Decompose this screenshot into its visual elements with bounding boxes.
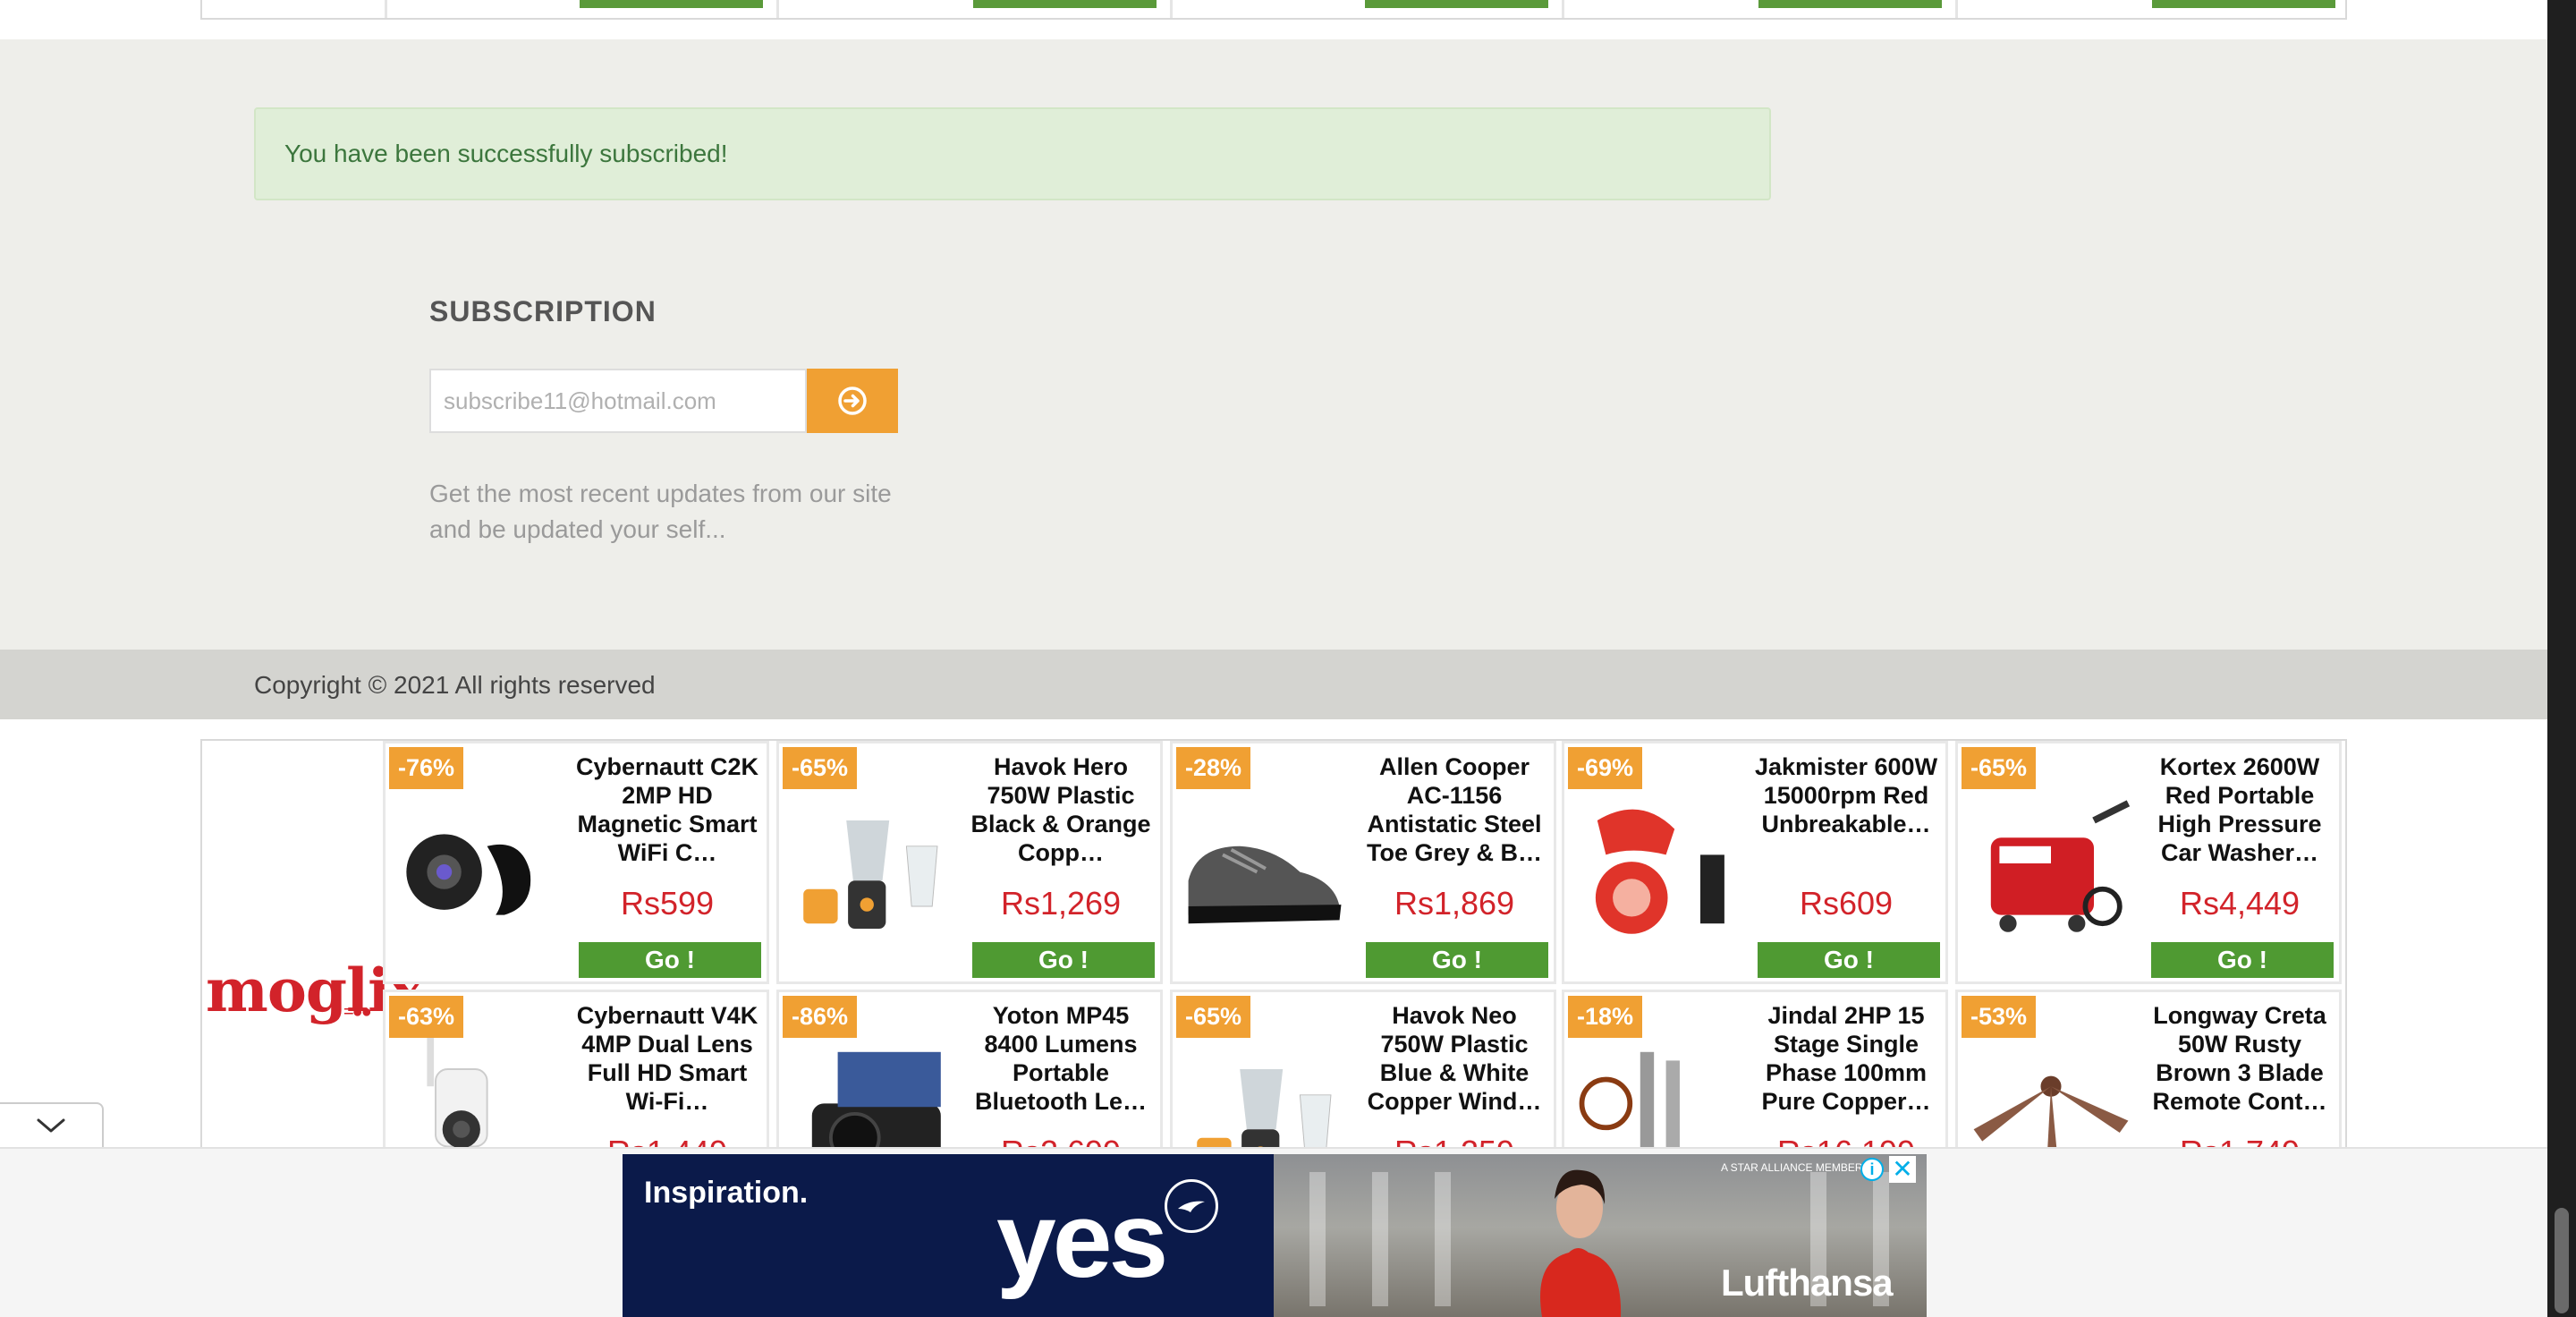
subscription-section: You have been successfully subscribed! S… <box>0 39 2547 650</box>
product-card[interactable]: -86% Yoton MP45 8400 Lumens Portable Blue… <box>776 990 1163 1151</box>
building-column <box>1372 1172 1388 1306</box>
product-name[interactable]: Jakmister 600W 15000rpm Red Unbreakable… <box>1752 752 1940 838</box>
product-name[interactable]: Havok Neo 750W Plastic Blue & White Copp… <box>1360 1001 1548 1116</box>
product-card[interactable]: -18% Jindal 2HP 15 Stage Single Phase 100… <box>1562 990 1948 1151</box>
model-photo <box>1540 1169 1622 1317</box>
product-card[interactable]: -28% Allen Cooper AC-1156 Antistatic Stee… <box>1170 741 1556 984</box>
go-button-stub[interactable] <box>1758 0 1942 8</box>
arrow-circle-right-icon <box>838 387 867 415</box>
pump-icon[interactable] <box>1572 1033 1743 1151</box>
lufthansa-banner-ad[interactable]: Inspiration. yes A STAR ALLIANCE MEMBER … <box>623 1154 1927 1317</box>
product-price: Rs599 <box>620 885 715 922</box>
discount-badge: -65% <box>1176 996 1251 1038</box>
product-card[interactable]: -69% Jakmister 600W 15000rpm Red Unbreaka… <box>1562 741 1948 984</box>
footer: Copyright © 2021 All rights reserved <box>0 650 2547 719</box>
discount-badge: -65% <box>1962 747 2037 789</box>
discount-badge: -86% <box>783 996 858 1038</box>
product-card[interactable]: -65% Kortex 2600W Red Portable High Press… <box>1955 741 2342 984</box>
product-price: Rs1,269 <box>1000 885 1122 922</box>
chevron-down-icon <box>37 1118 65 1133</box>
page-scrollbar[interactable] <box>2547 0 2576 1317</box>
discount-badge: -76% <box>389 747 464 789</box>
product-name[interactable]: Cybernautt C2K 2MP HD Magnetic Smart WiF… <box>573 752 761 867</box>
product-price: Rs1,869 <box>1394 885 1515 922</box>
go-button-stub[interactable] <box>2152 0 2335 8</box>
brand-logo-dots: =●● <box>343 1002 372 1022</box>
washer-icon[interactable] <box>1965 785 2137 942</box>
shoe-icon[interactable] <box>1180 785 1352 942</box>
product-card[interactable]: -65% Havok Neo 750W Plastic Blue & White … <box>1170 990 1556 1151</box>
camera-icon[interactable] <box>393 785 564 942</box>
product-name[interactable]: Jindal 2HP 15 Stage Single Phase 100mm P… <box>1752 1001 1940 1116</box>
banner-right-panel: A STAR ALLIANCE MEMBER Lufthansa <box>1274 1154 1927 1317</box>
copyright-text: Copyright © 2021 All rights reserved <box>254 671 656 699</box>
fan-icon[interactable] <box>1965 1033 2137 1151</box>
blower-icon[interactable] <box>1572 785 1743 942</box>
ad-close-icon[interactable]: ✕ <box>1889 1156 1916 1183</box>
product-name[interactable]: Allen Cooper AC-1156 Antistatic Steel To… <box>1360 752 1548 867</box>
cctv-icon[interactable] <box>393 1033 564 1151</box>
go-button[interactable]: Go ! <box>972 942 1155 978</box>
ad-cell-divider <box>776 0 779 18</box>
discount-badge: -28% <box>1176 747 1251 789</box>
product-ad-block: moglix =●● ✕ -76%Cybernautt C2K 2MP HD M… <box>200 739 2347 1151</box>
building-column <box>1435 1172 1451 1306</box>
ad-info-icon[interactable]: i <box>1860 1158 1884 1181</box>
success-alert: You have been successfully subscribed! <box>254 107 1771 200</box>
banner-tagline: yes <box>996 1180 1168 1300</box>
product-name[interactable]: Cybernautt V4K 4MP Dual Lens Full HD Sma… <box>573 1001 761 1116</box>
product-name[interactable]: Havok Hero 750W Plastic Black & Orange C… <box>967 752 1155 867</box>
top-ad-strip-remnant <box>200 0 2347 20</box>
discount-badge: -18% <box>1568 996 1643 1038</box>
projector-icon[interactable] <box>786 1033 958 1151</box>
discount-badge: -65% <box>783 747 858 789</box>
discount-badge: -69% <box>1568 747 1643 789</box>
product-card[interactable]: -65% Havok Hero 750W Plastic Black & Oran… <box>776 741 1163 984</box>
ad-cell-divider <box>1955 0 1958 18</box>
collapse-ad-tab[interactable] <box>0 1102 104 1147</box>
ad-cell-divider <box>1562 0 1564 18</box>
star-alliance-text: A STAR ALLIANCE MEMBER <box>1721 1161 1863 1174</box>
subscribe-submit-button[interactable] <box>807 369 898 433</box>
crane-logo-icon <box>1165 1179 1218 1233</box>
product-name[interactable]: Yoton MP45 8400 Lumens Portable Bluetoot… <box>967 1001 1155 1116</box>
go-button[interactable]: Go ! <box>1366 942 1548 978</box>
subscription-description: Get the most recent updates from our sit… <box>429 480 892 543</box>
scrollbar-thumb[interactable] <box>2555 1208 2569 1313</box>
go-button-stub[interactable] <box>1365 0 1548 8</box>
ad-cell-divider <box>385 0 387 18</box>
mixer-icon[interactable] <box>1180 1033 1352 1151</box>
go-button[interactable]: Go ! <box>1758 942 1940 978</box>
ad-cell-divider <box>1170 0 1173 18</box>
mixer-icon[interactable] <box>786 785 958 942</box>
product-name[interactable]: Kortex 2600W Red Portable High Pressure … <box>2146 752 2334 867</box>
building-column <box>1309 1172 1326 1306</box>
product-card[interactable]: -53% Longway Creta 50W Rusty Brown 3 Blad… <box>1955 990 2342 1151</box>
go-button[interactable]: Go ! <box>579 942 761 978</box>
subscribe-email-input[interactable] <box>429 369 807 433</box>
product-price: Rs4,449 <box>2179 885 2301 922</box>
banner-left-panel: Inspiration. yes <box>623 1154 1274 1317</box>
product-card[interactable]: -63% Cybernautt V4K 4MP Dual Lens Full HD… <box>383 990 769 1151</box>
discount-badge: -53% <box>1962 996 2037 1038</box>
go-button[interactable]: Go ! <box>2151 942 2334 978</box>
product-price: Rs609 <box>1799 885 1894 922</box>
go-button-stub[interactable] <box>973 0 1157 8</box>
product-card[interactable]: -76% Cybernautt C2K 2MP HD Magnetic Smart… <box>383 741 769 984</box>
product-name[interactable]: Longway Creta 50W Rusty Brown 3 Blade Re… <box>2146 1001 2334 1116</box>
banner-headline: Inspiration. <box>644 1176 809 1210</box>
banner-brand: Lufthansa <box>1721 1262 1894 1304</box>
go-button-stub[interactable] <box>580 0 763 8</box>
discount-badge: -63% <box>389 996 464 1038</box>
subscription-title: SUBSCRIPTION <box>429 295 657 327</box>
